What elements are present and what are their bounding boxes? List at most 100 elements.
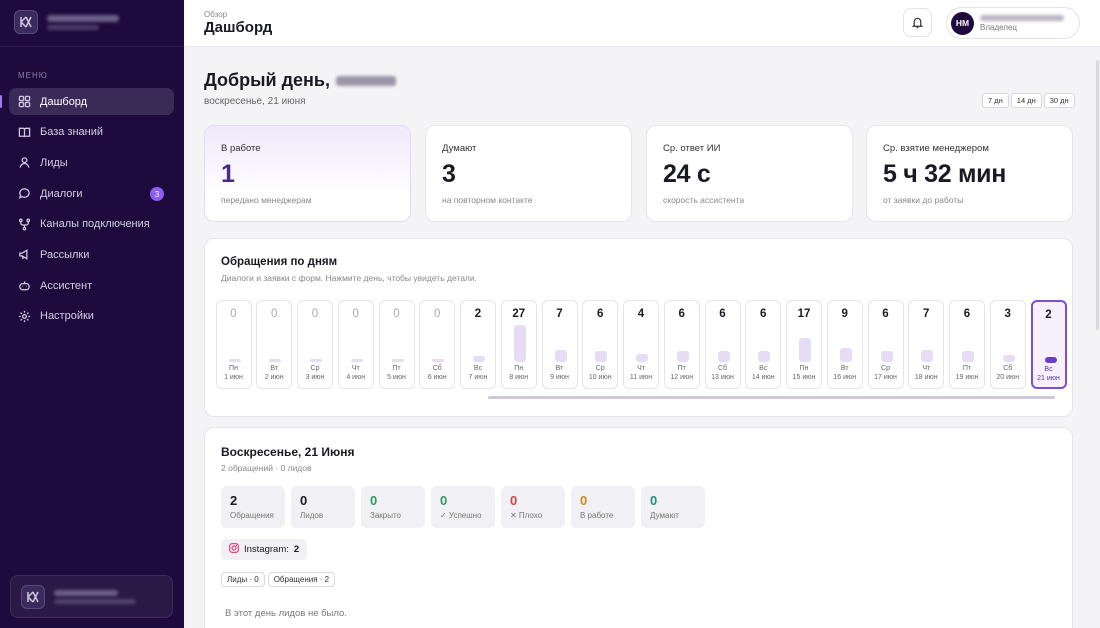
- day-bar: [1002, 355, 1015, 362]
- day-count: 0: [434, 308, 441, 320]
- workspace-name-blurred: [54, 589, 136, 604]
- day-bar: [636, 354, 648, 362]
- page-scrollbar[interactable]: [1096, 60, 1099, 330]
- day-count: 7: [923, 308, 930, 320]
- day-date: 12 июн: [670, 374, 694, 381]
- sidebar-item-dashboard[interactable]: Дашборд: [0, 88, 174, 115]
- filter-leads-chip[interactable]: Лиды · 0: [221, 572, 265, 587]
- day-card[interactable]: 3 Сб 20 июн: [989, 300, 1026, 389]
- metric-label: ✕ Плохо: [510, 511, 543, 520]
- stat-value: 24 с: [663, 160, 711, 188]
- stat-card-in-work: В работе 1 передано менеджерам: [204, 125, 411, 222]
- sidebar-item-settings[interactable]: Настройки: [9, 303, 174, 330]
- day-card[interactable]: 27 Пн 8 июн: [500, 300, 537, 389]
- metric-tile: 0 В работе: [571, 486, 635, 528]
- breadcrumb[interactable]: Обзор: [204, 10, 227, 19]
- sidebar-item-label: Дашборд: [40, 95, 88, 108]
- day-date: 11 июн: [629, 374, 653, 381]
- day-card[interactable]: 6 Пт 19 июн: [949, 300, 985, 389]
- metric-tile: 2 Обращения: [221, 486, 285, 528]
- day-card[interactable]: 0 Пт 5 июн: [378, 300, 415, 389]
- day-card[interactable]: 0 Вт 2 июн: [256, 300, 293, 389]
- assistant-icon: [18, 279, 31, 292]
- day-bar: [473, 356, 485, 362]
- day-card[interactable]: 0 Ср 3 июн: [297, 300, 333, 389]
- metric-value: 0: [510, 493, 518, 508]
- day-card[interactable]: 7 Чт 18 июн: [908, 300, 945, 389]
- user-menu[interactable]: НМ Владелец: [946, 7, 1080, 39]
- day-count: 4: [637, 308, 645, 320]
- day-card[interactable]: 2 Вс 21 июн: [1030, 300, 1067, 389]
- day-bar: [799, 338, 811, 362]
- day-weekday: Вс: [1044, 366, 1053, 373]
- day-count: 0: [352, 308, 359, 320]
- day-card[interactable]: 17 Пн 15 июн: [786, 300, 822, 389]
- day-bar: [391, 359, 404, 362]
- day-card[interactable]: 6 Ср 17 июн: [867, 300, 904, 389]
- day-date: 10 июн: [588, 374, 612, 381]
- sidebar-item-assistant[interactable]: Ассистент: [9, 272, 174, 299]
- day-date: 20 июн: [996, 374, 1020, 381]
- range-30d-button[interactable]: 30 дн: [1043, 93, 1075, 108]
- metric-label: Думают: [650, 511, 679, 520]
- source-chip-instagram[interactable]: Instagram: 2: [221, 539, 308, 560]
- daily-subtitle: Диалоги и заявки с форм. Нажмите день, ч…: [221, 273, 477, 283]
- notifications-button[interactable]: [903, 8, 932, 37]
- stat-value: 5 ч 32 мин: [883, 160, 1007, 188]
- day-card[interactable]: 2 Вс 7 июн: [460, 300, 496, 389]
- day-bar: [269, 359, 282, 362]
- empty-leads-note: В этот день лидов не было.: [225, 608, 347, 619]
- day-weekday: Вт: [840, 365, 849, 372]
- range-7d-button[interactable]: 7 дн: [982, 93, 1009, 108]
- day-count: 6: [882, 308, 889, 320]
- menu-caption: МЕНЮ: [18, 71, 48, 80]
- sidebar-item-mailings[interactable]: Рассылки: [9, 241, 174, 268]
- sidebar-item-channels[interactable]: Каналы подключения: [9, 211, 174, 238]
- day-card[interactable]: 7 Вт 9 июн: [541, 300, 578, 389]
- day-card[interactable]: 6 Ср 10 июн: [582, 300, 619, 389]
- day-count: 0: [311, 308, 319, 320]
- day-weekday: Вс: [759, 365, 768, 372]
- day-date: 2 июн: [264, 374, 284, 381]
- sidebar-item-label: Рассылки: [40, 248, 90, 261]
- book-icon: [18, 126, 31, 139]
- day-card[interactable]: 4 Чт 11 июн: [623, 300, 659, 389]
- workspace-switcher[interactable]: [10, 575, 173, 618]
- day-count: 3: [1004, 308, 1011, 320]
- day-weekday: Вс: [473, 365, 483, 372]
- day-card[interactable]: 6 Пт 12 июн: [663, 300, 700, 389]
- greeting-name-blurred: [335, 75, 396, 86]
- sidebar-nav: Дашборд База знаний Лиды Диалоги 3 Канал…: [0, 88, 174, 334]
- day-strip[interactable]: 0 Пн 1 июн 0 Вт 2 июн 0 Ср 3 июн 0 Чт 4 июн 0 Пт 5 июн…: [205, 300, 1072, 390]
- day-date: 14 июн: [751, 374, 775, 381]
- day-detail-title: Воскресенье, 21 Июня: [221, 445, 355, 459]
- day-bar: [921, 350, 934, 362]
- day-bar: [595, 351, 608, 362]
- day-card[interactable]: 0 Чт 4 июн: [337, 300, 374, 389]
- sidebar-item-knowledge-base[interactable]: База знаний: [9, 119, 174, 146]
- filter-requests-chip[interactable]: Обращения · 2: [267, 572, 336, 587]
- sidebar-item-dialogs[interactable]: Диалоги 3: [9, 180, 174, 207]
- day-card[interactable]: 6 Вс 14 июн: [745, 300, 782, 389]
- day-card[interactable]: 0 Пн 1 июн: [215, 300, 252, 389]
- sidebar-item-leads[interactable]: Лиды: [9, 149, 174, 176]
- sidebar-item-label: Диалоги: [40, 187, 83, 200]
- day-weekday: Ср: [310, 365, 320, 372]
- range-14d-button[interactable]: 14 дн: [1010, 93, 1042, 108]
- brand[interactable]: [14, 10, 119, 34]
- day-count: 2: [474, 308, 482, 320]
- metric-value: 0: [650, 493, 658, 508]
- day-card[interactable]: 9 Вт 16 июн: [826, 300, 863, 389]
- day-card[interactable]: 0 Сб 6 июн: [419, 300, 456, 389]
- day-date: 7 июн: [468, 374, 488, 381]
- day-count: 7: [556, 308, 563, 320]
- day-weekday: Пн: [799, 365, 809, 372]
- day-date: 9 июн: [550, 374, 569, 381]
- day-date: 3 июн: [305, 374, 325, 381]
- day-card[interactable]: 6 Сб 13 июн: [704, 300, 741, 389]
- metric-value: 0: [300, 493, 308, 508]
- day-date: 16 июн: [833, 374, 857, 381]
- day-weekday: Чт: [637, 365, 645, 372]
- day-bar: [228, 359, 241, 362]
- day-strip-scrollbar[interactable]: [488, 396, 1055, 399]
